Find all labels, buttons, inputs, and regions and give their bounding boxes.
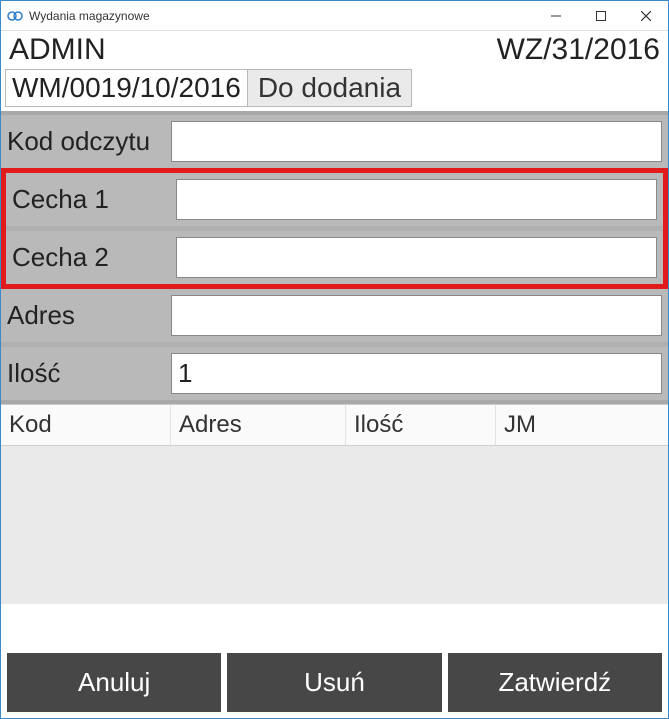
titlebar: Wydania magazynowe <box>1 1 668 31</box>
header: ADMIN WZ/31/2016 <box>1 31 668 67</box>
label-adres: Adres <box>1 289 171 342</box>
delete-button[interactable]: Usuń <box>227 653 441 712</box>
col-kod[interactable]: Kod <box>1 405 171 445</box>
form-area: Kod odczytu Cecha 1 Cecha 2 Adres Ilość <box>1 111 668 404</box>
label-ilosc: Ilość <box>1 347 171 400</box>
col-adres[interactable]: Adres <box>171 405 346 445</box>
app-icon <box>7 8 23 24</box>
footer: Anuluj Usuń Zatwierdź <box>1 647 668 718</box>
input-cecha2[interactable] <box>176 237 657 278</box>
label-cecha2: Cecha 2 <box>6 231 176 284</box>
confirm-button[interactable]: Zatwierdź <box>448 653 662 712</box>
document-number[interactable]: WM/0019/10/2016 <box>5 69 248 107</box>
highlighted-fields: Cecha 1 Cecha 2 <box>1 168 668 289</box>
user-label: ADMIN <box>9 33 106 67</box>
tab-to-add[interactable]: Do dodania <box>247 69 412 107</box>
label-kod-odczytu: Kod odczytu <box>1 115 171 168</box>
reference-label: WZ/31/2016 <box>497 33 660 67</box>
col-jm[interactable]: JM <box>496 405 668 445</box>
row-adres: Adres <box>1 289 668 342</box>
input-cecha1[interactable] <box>176 179 657 220</box>
close-button[interactable] <box>623 1 668 30</box>
row-cecha2: Cecha 2 <box>6 226 663 284</box>
input-ilosc[interactable] <box>171 353 662 394</box>
row-cecha1: Cecha 1 <box>6 173 663 226</box>
col-ilosc[interactable]: Ilość <box>346 405 496 445</box>
document-row: WM/0019/10/2016 Do dodania <box>1 67 668 111</box>
cancel-button[interactable]: Anuluj <box>7 653 221 712</box>
row-ilosc: Ilość <box>1 347 668 400</box>
input-kod-odczytu[interactable] <box>171 121 662 162</box>
input-adres[interactable] <box>171 295 662 336</box>
row-kod-odczytu: Kod odczytu <box>1 115 668 168</box>
minimize-button[interactable] <box>533 1 578 30</box>
label-cecha1: Cecha 1 <box>6 173 176 226</box>
window-title: Wydania magazynowe <box>29 9 533 23</box>
table-header: Kod Adres Ilość JM <box>1 405 668 446</box>
items-table: Kod Adres Ilość JM <box>1 404 668 604</box>
maximize-button[interactable] <box>578 1 623 30</box>
window-controls <box>533 1 668 30</box>
